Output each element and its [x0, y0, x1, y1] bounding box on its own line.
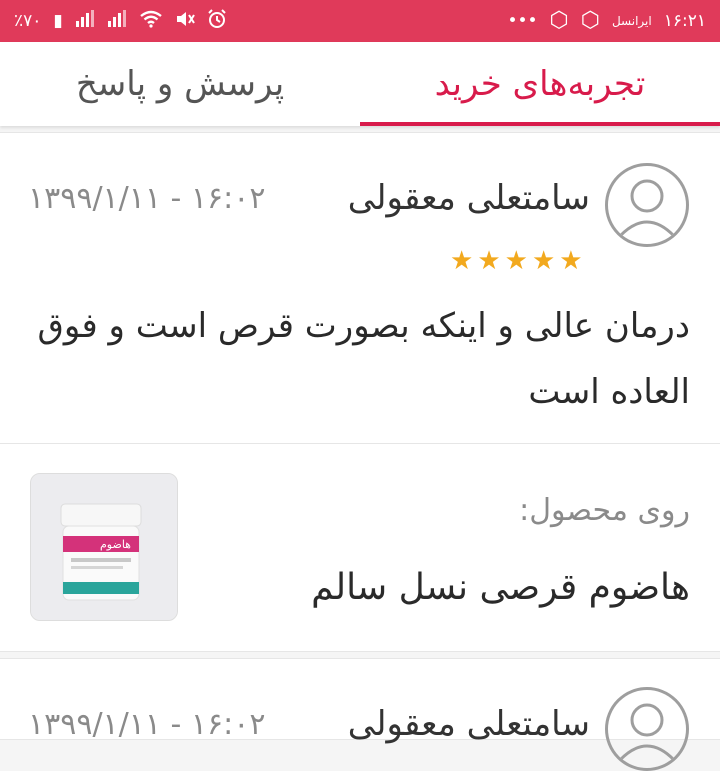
jar-brand-text: هاضوم: [100, 538, 131, 551]
review-card-next: سامتعلی معقولی ۱۳۹۹/۱/۱۱ - ۱۶:۰۲: [0, 658, 720, 771]
product-jar-image: هاضوم: [31, 474, 177, 620]
status-right: ••• ⬡ ⬡ ایرانسل ۱۶:۲۱: [507, 10, 706, 32]
product-name[interactable]: هاضوم قرصی نسل سالم: [311, 567, 690, 608]
product-label: روی محصول:: [519, 493, 690, 528]
avatar-icon: [605, 687, 689, 771]
mute-icon: [175, 10, 195, 32]
avatar-icon: [605, 163, 689, 247]
tab-label: پرسش و پاسخ: [75, 64, 285, 104]
review-text: درمان عالی و اینکه بصورت قرص است و فوق ا…: [37, 306, 691, 412]
review-author: سامتعلی معقولی: [347, 704, 590, 744]
tab-purchase-experiences[interactable]: تجربه‌های خرید: [360, 42, 720, 126]
product-thumbnail[interactable]: هاضوم: [30, 473, 178, 621]
star-icon: ★: [504, 246, 528, 276]
review-date: ۱۳۹۹/۱/۱۱ - ۱۶:۰۲: [28, 181, 266, 216]
status-left: ٪۷۰ ▮: [14, 9, 227, 33]
status-time: ۱۶:۲۱: [663, 11, 706, 31]
more-dots: •••: [507, 11, 538, 31]
tab-label: تجربه‌های خرید: [434, 64, 646, 104]
tab-bar: پرسش و پاسخ تجربه‌های خرید: [0, 42, 720, 126]
hexagon-icon: ⬡: [580, 8, 600, 33]
signal-icon: [75, 10, 95, 32]
carrier-label: ایرانسل: [611, 14, 652, 28]
signal-icon: [107, 10, 127, 32]
review-card: سامتعلی معقولی ۱۳۹۹/۱/۱۱ - ۱۶:۰۲ ★ ★ ★ ★…: [0, 132, 720, 652]
battery-percent: ٪۷۰: [14, 11, 42, 31]
wifi-icon: [139, 10, 163, 32]
tab-questions[interactable]: پرسش و پاسخ: [0, 42, 360, 126]
review-date: ۱۳۹۹/۱/۱۱ - ۱۶:۰۲: [28, 707, 266, 742]
star-icon: ★: [477, 246, 501, 276]
battery-icon: ▮: [53, 10, 63, 31]
alarm-icon: [207, 9, 227, 33]
hexagon-icon: ⬡: [549, 8, 569, 33]
star-icon: ★: [559, 246, 583, 276]
rating-stars: ★ ★ ★ ★ ★: [450, 248, 583, 274]
review-author: سامتعلی معقولی: [347, 178, 590, 218]
star-icon: ★: [531, 246, 556, 276]
star-icon: ★: [450, 246, 474, 276]
divider: [0, 443, 720, 444]
status-bar: ٪۷۰ ▮ ••• ⬡ ⬡ ایرانسل ۱۶:۲۱: [0, 0, 720, 42]
